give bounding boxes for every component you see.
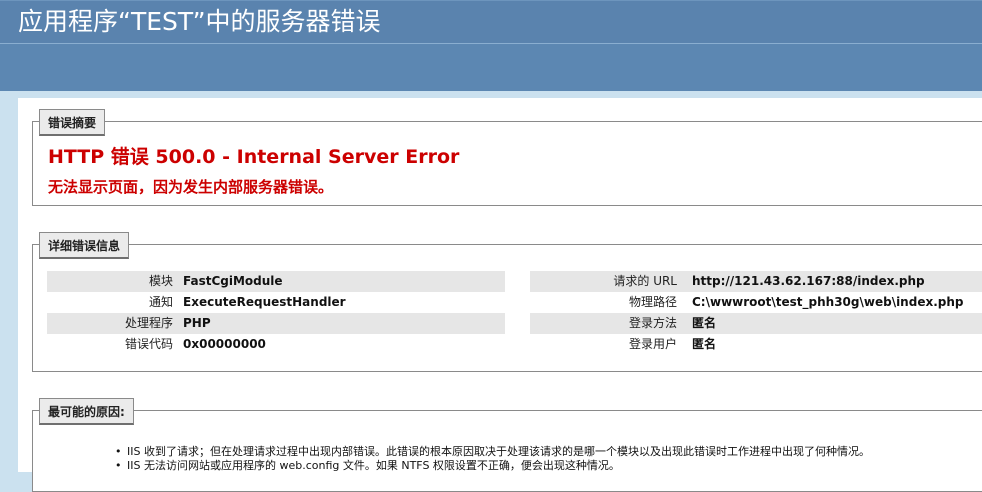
detail-value: FastCgiModule [183,274,283,288]
detail-value: http://121.43.62.167:88/index.php [692,274,925,288]
details-table-left: 模块 FastCgiModule 通知 ExecuteRequestHandle… [47,271,505,355]
error-description: 无法显示页面，因为发生内部服务器错误。 [48,178,334,196]
detail-label: 模块 [148,274,173,288]
detail-label: 登录用户 [628,337,677,351]
error-title: HTTP 错误 500.0 - Internal Server Error [48,146,460,168]
error-details-section: 详细错误信息 模块 FastCgiModule 通知 ExecuteReques… [32,232,982,372]
detail-value: 匿名 [692,337,717,351]
error-summary-section: 错误摘要 HTTP 错误 500.0 - Internal Server Err… [32,109,982,206]
detail-label: 登录方法 [628,316,677,330]
likely-causes-legend: 最可能的原因: [39,398,134,425]
detail-row-logon-method: 登录方法 匿名 [530,313,982,334]
page-header: 应用程序“TEST”中的服务器错误 [0,0,982,91]
detail-row-module: 模块 FastCgiModule [47,271,505,292]
detail-row-notification: 通知 ExecuteRequestHandler [47,292,505,313]
causes-list: IIS 收到了请求；但在处理请求过程中出现内部错误。此错误的根本原因取决于处理该… [115,445,870,473]
page-title: 应用程序“TEST”中的服务器错误 [18,7,381,36]
detail-value: 匿名 [692,316,717,330]
header-title-strip: 应用程序“TEST”中的服务器错误 [0,1,982,44]
detail-label: 通知 [148,295,173,309]
detail-label: 请求的 URL [613,274,677,288]
likely-causes-section: 最可能的原因: IIS 收到了请求；但在处理请求过程中出现内部错误。此错误的根本… [32,398,982,492]
error-details-legend: 详细错误信息 [39,232,130,259]
details-table-right: 请求的 URL http://121.43.62.167:88/index.ph… [530,271,982,355]
detail-row-physical-path: 物理路径 C:\wwwroot\test_phh30g\web\index.ph… [530,292,982,313]
detail-label: 错误代码 [124,337,173,351]
detail-label: 处理程序 [124,316,173,330]
detail-value: 0x00000000 [183,337,266,351]
detail-row-logon-user: 登录用户 匿名 [530,334,982,355]
detail-row-handler: 处理程序 PHP [47,313,505,334]
error-summary-legend: 错误摘要 [39,109,106,136]
detail-value: ExecuteRequestHandler [183,295,346,309]
list-item: IIS 无法访问网站或应用程序的 web.config 文件。如果 NTFS 权… [115,459,870,473]
list-item: IIS 收到了请求；但在处理请求过程中出现内部错误。此错误的根本原因取决于处理该… [115,445,870,459]
detail-row-error-code: 错误代码 0x00000000 [47,334,505,355]
detail-value: PHP [183,316,211,330]
detail-row-requested-url: 请求的 URL http://121.43.62.167:88/index.ph… [530,271,982,292]
detail-label: 物理路径 [628,295,677,309]
detail-value: C:\wwwroot\test_phh30g\web\index.php [692,295,964,309]
